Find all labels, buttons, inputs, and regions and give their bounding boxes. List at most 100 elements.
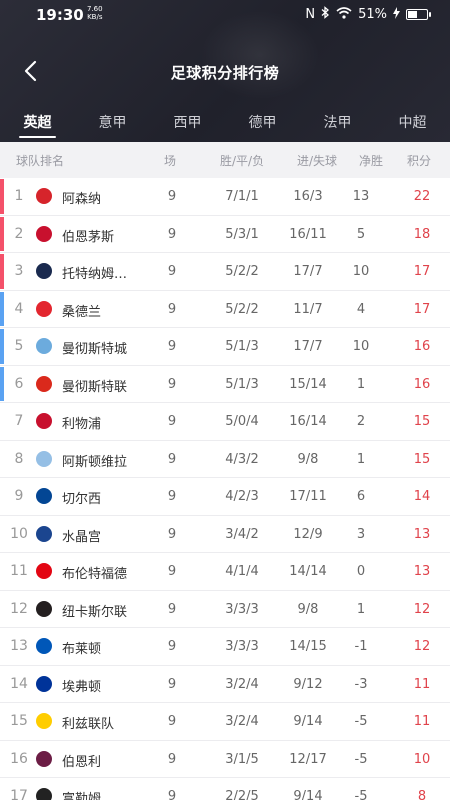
charging-icon: [393, 6, 400, 23]
row-played: 9: [167, 639, 177, 654]
table-row[interactable]: 2 伯恩茅斯 9 5/3/1 16/11 5 18: [0, 215, 450, 253]
header-goals: 进/失球: [297, 153, 338, 168]
row-played: 9: [167, 189, 177, 204]
row-played: 9: [167, 676, 177, 692]
table-row[interactable]: 16 伯恩利 9 3/1/5 12/17 -5 10: [0, 740, 450, 778]
table-row[interactable]: 17 富勒姆 9 2/2/5 9/14 -5 8: [0, 778, 450, 800]
row-wdl: 3/4/2: [225, 526, 259, 542]
row-goal-difference: 1: [356, 601, 366, 617]
row-goals: 16/3: [293, 189, 323, 204]
battery-icon: [406, 9, 431, 20]
row-played: 9: [167, 601, 177, 617]
table-row[interactable]: 4 桑德兰 9 5/2/2 11/7 4 17: [0, 290, 450, 328]
team-name: 利兹联队: [62, 717, 115, 732]
row-goal-difference: 10: [352, 264, 370, 279]
table-header: 球队排名 场 胜/平/负 进/失球 净胜 积分: [0, 142, 450, 178]
row-goals: 15/14: [289, 376, 327, 392]
row-played: 9: [167, 264, 177, 279]
team-name: 布伦特福德: [62, 567, 128, 582]
zone-marker: [0, 442, 4, 477]
team-name: 布莱顿: [62, 642, 102, 657]
team-crest-icon: [36, 788, 52, 800]
team-crest-icon: [36, 525, 52, 542]
row-goal-difference: 13: [352, 189, 370, 204]
row-rank: 12: [10, 600, 28, 617]
row-goal-difference: 0: [356, 564, 366, 579]
table-row[interactable]: 13 布莱顿 9 3/3/3 14/15 -1 12: [0, 628, 450, 666]
zone-marker: [0, 366, 4, 401]
nfc-icon: N: [305, 7, 316, 22]
table-row[interactable]: 5 曼彻斯特城 9 5/1/3 17/7 10 16: [0, 328, 450, 366]
tab-3[interactable]: 德甲: [225, 108, 300, 140]
battery-fill: [408, 11, 417, 18]
zone-marker: [0, 291, 4, 326]
row-points: 15: [413, 414, 431, 429]
row-points: 17: [413, 264, 431, 279]
row-wdl: 5/0/4: [225, 414, 259, 429]
team-name: 水晶宫: [62, 529, 102, 545]
row-rank: 8: [14, 450, 24, 467]
row-goals: 17/7: [293, 264, 323, 279]
battery-percent: 51%: [358, 7, 387, 22]
tab-2[interactable]: 西甲: [150, 108, 225, 140]
row-wdl: 3/2/4: [225, 676, 259, 692]
tab-5[interactable]: 中超: [375, 108, 450, 140]
row-points: 15: [413, 451, 431, 467]
team-crest-icon: [36, 300, 52, 317]
page-title: 足球积分排行榜: [170, 64, 280, 82]
team-crest-icon: [36, 188, 52, 204]
zone-marker: [0, 742, 4, 777]
table-row[interactable]: 1 阿森纳 9 7/1/1 16/3 13 22: [0, 178, 450, 216]
row-played: 9: [167, 301, 177, 317]
table-row[interactable]: 7 利物浦 9 5/0/4 16/14 2 15: [0, 403, 450, 441]
tab-1[interactable]: 意甲: [75, 108, 150, 140]
table-row[interactable]: 14 埃弗顿 9 3/2/4 9/12 -3 11: [0, 665, 450, 703]
table-row[interactable]: 15 利兹联队 9 3/2/4 9/14 -5 11: [0, 703, 450, 741]
table-row[interactable]: 10 水晶宫 9 3/4/2 12/9 3 13: [0, 515, 450, 553]
header: 19:30 7.60 KB/s N 51% 足球积分排行榜 英超 意甲 西甲 德…: [0, 0, 450, 142]
row-wdl: 5/3/1: [225, 226, 259, 242]
row-goals: 16/11: [289, 226, 327, 242]
tab-0[interactable]: 英超: [0, 108, 75, 140]
team-name: 利物浦: [62, 417, 102, 432]
team-name: 富勒姆: [62, 792, 102, 800]
zone-marker: [0, 517, 4, 552]
row-rank: 7: [14, 413, 24, 429]
row-goal-difference: -5: [354, 789, 368, 800]
row-wdl: 7/1/1: [225, 189, 259, 204]
row-rank: 13: [10, 638, 28, 654]
network-speed-value: 7.60: [87, 5, 103, 13]
table-row[interactable]: 12 纽卡斯尔联 9 3/3/3 9/8 1 12: [0, 590, 450, 628]
row-rank: 10: [10, 525, 28, 542]
header-played: 场: [164, 153, 177, 168]
tab-4[interactable]: 法甲: [300, 108, 375, 140]
row-goal-difference: 3: [356, 526, 366, 542]
zone-marker: [0, 704, 4, 739]
row-rank: 5: [14, 338, 24, 354]
table-row[interactable]: 11 布伦特福德 9 4/1/4 14/14 0 13: [0, 553, 450, 591]
team-crest-icon: [36, 713, 52, 729]
table-row[interactable]: 8 阿斯顿维拉 9 4/3/2 9/8 1 15: [0, 440, 450, 478]
table-row[interactable]: 3 托特纳姆… 9 5/2/2 17/7 10 17: [0, 253, 450, 291]
team-name: 曼彻斯特城: [62, 342, 128, 357]
team-name: 托特纳姆…: [62, 267, 128, 282]
row-played: 9: [167, 226, 177, 242]
row-goals: 9/8: [297, 601, 319, 617]
network-speed: 7.60 KB/s: [87, 5, 103, 21]
table-row[interactable]: 6 曼彻斯特联 9 5/1/3 15/14 1 16: [0, 365, 450, 403]
row-played: 9: [167, 451, 177, 467]
table-row[interactable]: 9 切尔西 9 4/2/3 17/11 6 14: [0, 478, 450, 516]
team-crest-icon: [36, 600, 52, 617]
row-wdl: 5/1/3: [225, 376, 259, 392]
team-name: 纽卡斯尔联: [62, 604, 128, 620]
row-goals: 9/14: [293, 714, 323, 729]
row-goals: 14/15: [289, 639, 327, 654]
network-speed-unit: KB/s: [87, 13, 103, 21]
row-goals: 12/9: [293, 526, 323, 542]
row-points: 14: [413, 489, 431, 504]
row-points: 17: [413, 301, 431, 317]
league-tabs: 英超 意甲 西甲 德甲 法甲 中超: [0, 108, 450, 140]
row-goal-difference: -5: [354, 714, 368, 729]
row-rank: 3: [14, 263, 24, 279]
zone-marker: [0, 254, 4, 289]
